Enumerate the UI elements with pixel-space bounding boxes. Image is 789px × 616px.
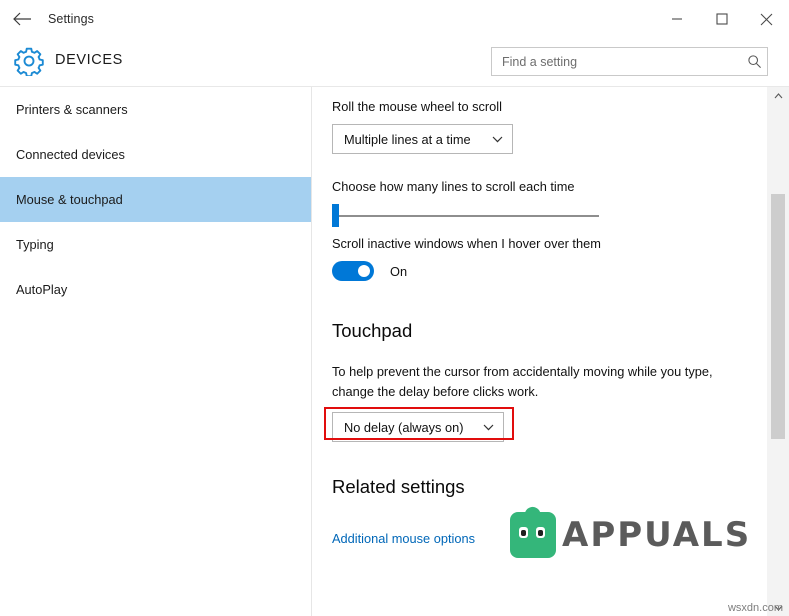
back-button[interactable] [0, 0, 46, 38]
back-arrow-icon [13, 12, 31, 26]
scroll-lines-slider[interactable] [332, 204, 599, 228]
inactive-scroll-toggle[interactable] [332, 261, 374, 281]
touchpad-delay-dropdown[interactable]: No delay (always on) [332, 412, 504, 442]
maximize-icon [715, 13, 728, 25]
search-box[interactable] [491, 47, 768, 76]
page-header: DEVICES [0, 38, 789, 86]
toggle-state-label: On [390, 263, 408, 279]
mouse-wheel-value: Multiple lines at a time [344, 131, 471, 147]
close-button[interactable] [744, 0, 789, 38]
minimize-button[interactable] [654, 0, 699, 38]
settings-content: Roll the mouse wheel to scroll Multiple … [312, 87, 767, 616]
sidebar-item-label: Typing [16, 237, 54, 252]
settings-window: Settings DEVICES Find a setting Printers… [0, 0, 789, 616]
sidebar-item-label: Mouse & touchpad [16, 192, 123, 207]
additional-mouse-options-link[interactable]: Additional mouse options [332, 531, 475, 546]
inactive-scroll-label: Scroll inactive windows when I hover ove… [332, 236, 601, 251]
scrollbar-thumb[interactable] [771, 194, 785, 439]
chevron-up-icon [774, 92, 782, 98]
toggle-knob [358, 265, 370, 277]
touchpad-heading: Touchpad [332, 320, 413, 341]
sidebar-item-typing[interactable]: Typing [0, 222, 311, 267]
touchpad-delay-value: No delay (always on) [344, 419, 464, 435]
sidebar-item-autoplay[interactable]: AutoPlay [0, 267, 311, 312]
mouse-wheel-label: Roll the mouse wheel to scroll [332, 99, 502, 114]
scroll-up-button[interactable] [767, 87, 789, 104]
sidebar-item-printers-scanners[interactable]: Printers & scanners [0, 87, 311, 132]
search-icon[interactable] [741, 54, 767, 69]
scroll-lines-label: Choose how many lines to scroll each tim… [332, 179, 575, 194]
sidebar-item-connected-devices[interactable]: Connected devices [0, 132, 311, 177]
search-input[interactable] [500, 47, 741, 76]
window-controls [654, 0, 789, 38]
chevron-down-icon [482, 136, 503, 143]
content-scrollbar[interactable] [767, 87, 789, 616]
minimize-icon [671, 18, 682, 20]
close-icon [760, 13, 773, 25]
sidebar-item-mouse-touchpad[interactable]: Mouse & touchpad [0, 177, 311, 222]
window-title: Settings [48, 12, 94, 26]
page-title: DEVICES [55, 52, 123, 68]
chevron-down-icon [473, 424, 494, 431]
settings-sidebar: Printers & scanners Connected devices Mo… [0, 87, 311, 616]
inactive-scroll-toggle-group: On [332, 261, 407, 281]
related-settings-heading: Related settings [332, 476, 465, 497]
sidebar-item-label: Printers & scanners [16, 102, 128, 117]
mouse-wheel-dropdown[interactable]: Multiple lines at a time [332, 124, 513, 154]
gear-icon [14, 46, 44, 78]
sidebar-item-label: Connected devices [16, 147, 125, 162]
sidebar-item-label: AutoPlay [16, 282, 68, 297]
slider-track [334, 215, 599, 217]
touchpad-description: To help prevent the cursor from accident… [332, 364, 713, 399]
slider-thumb[interactable] [332, 204, 339, 227]
maximize-button[interactable] [699, 0, 744, 38]
site-watermark: wsxdn.com [727, 602, 783, 614]
title-bar: Settings [0, 0, 789, 38]
